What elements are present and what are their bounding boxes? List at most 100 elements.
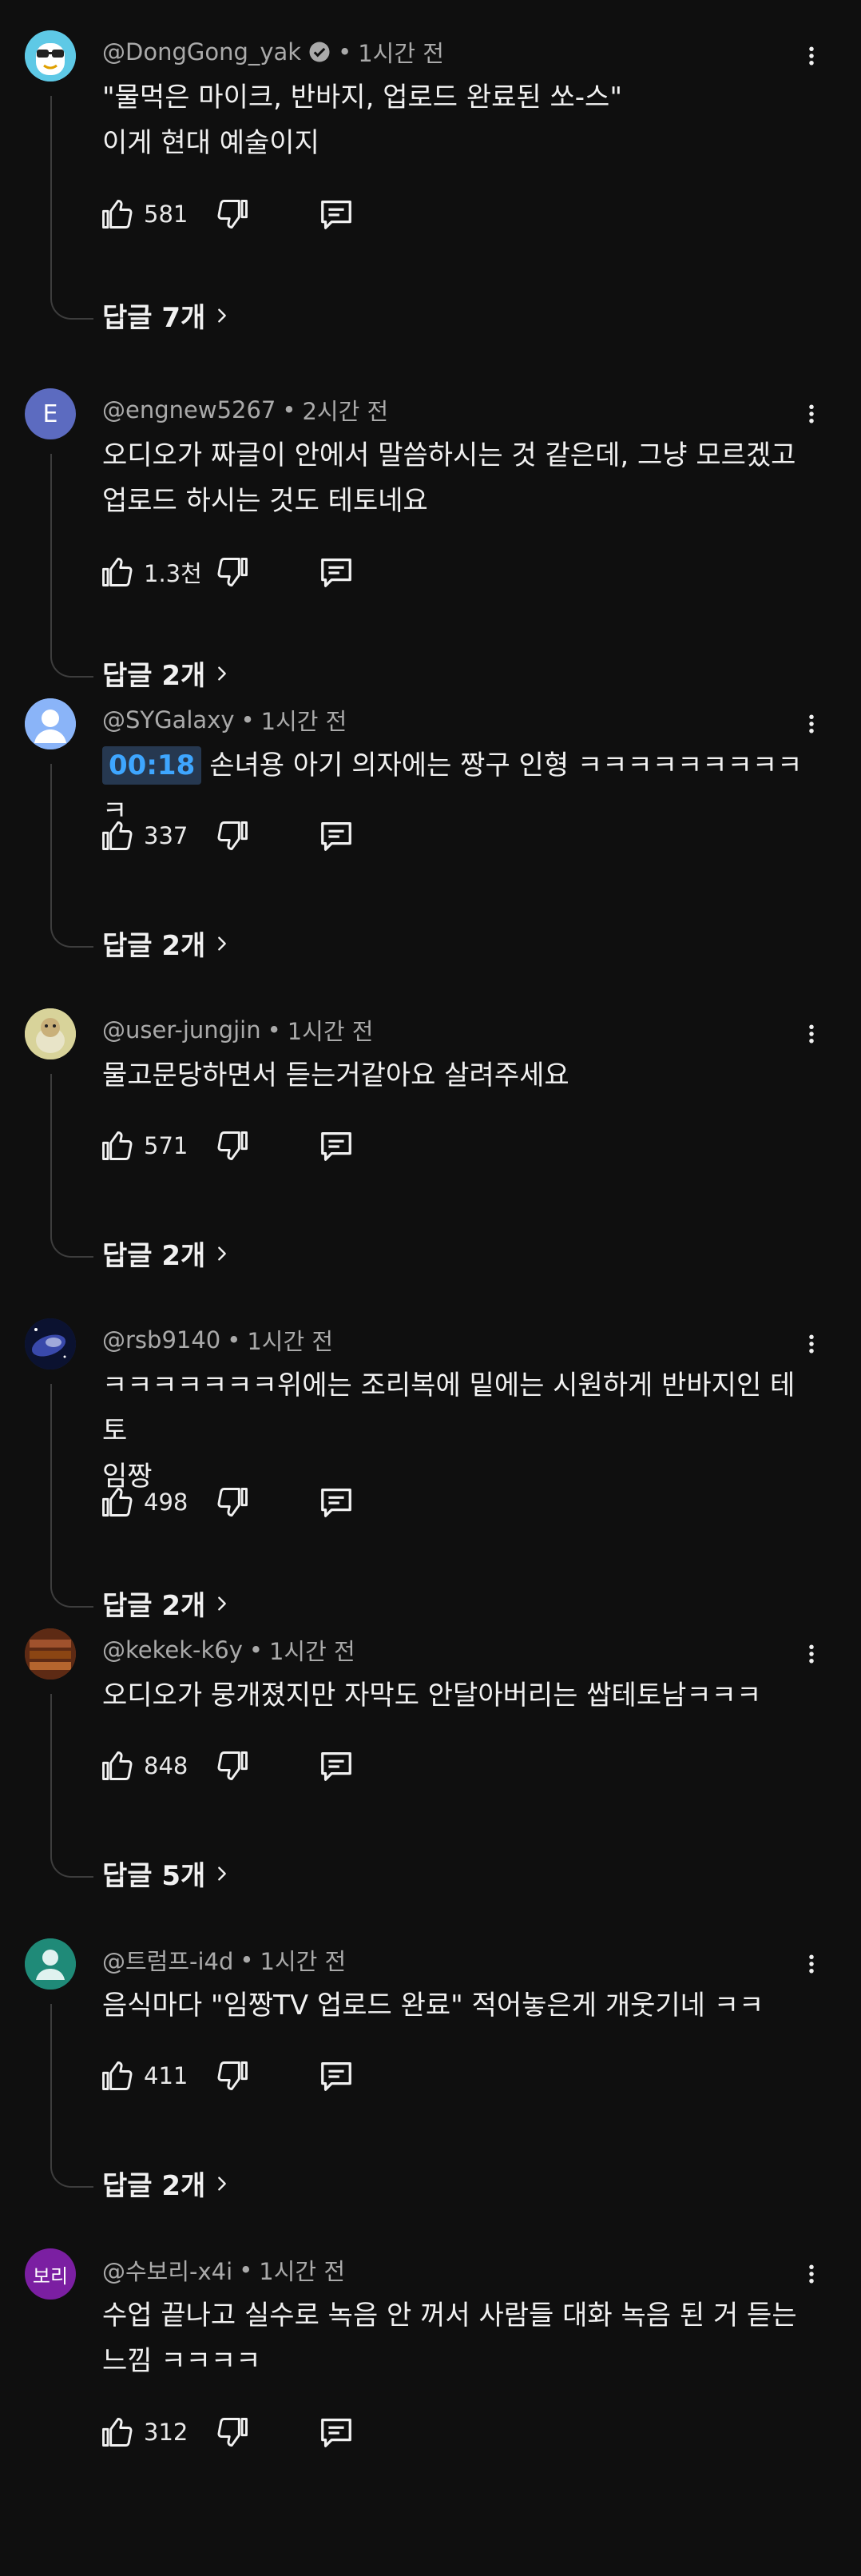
more-options-button[interactable]	[796, 1016, 827, 1051]
more-vert-icon	[800, 1330, 823, 1358]
avatar[interactable]	[25, 30, 76, 81]
like-button[interactable]: 312	[99, 2415, 216, 2450]
comment-text: 오디오가 짜글이 안에서 말씀하시는 것 같은데, 그냥 모르겠고 업로드 하시는…	[102, 433, 805, 524]
comment-item: @트럼프-i4d • 1시간 전음식마다 "임짱TV 업로드 완료" 적어놓은게 개…	[0, 1908, 861, 2266]
avatar[interactable]	[25, 1008, 76, 1059]
thumb-up-icon	[99, 1485, 134, 1520]
author-handle[interactable]: @SYGalaxy	[102, 706, 235, 733]
dislike-button[interactable]	[216, 1748, 318, 1783]
like-count: 312	[144, 2419, 188, 2446]
author-handle[interactable]: @user-jungjin	[102, 1016, 261, 1044]
reply-button[interactable]	[318, 1484, 355, 1521]
reply-button[interactable]	[318, 2414, 355, 2451]
more-options-button[interactable]	[796, 2256, 827, 2292]
view-replies-button[interactable]: 답글 7개	[102, 296, 231, 335]
comment-item: @DongGong_yak • 1시간 전 "물먹은 마이크, 반바지, 업로드 완료…	[0, 0, 861, 358]
comment-text-content: 음식마다 "임짱TV 업로드 완료" 적어놓은게 개웃기네 ㅋㅋ	[102, 1990, 764, 2021]
more-options-button[interactable]	[796, 396, 827, 431]
more-options-button[interactable]	[796, 38, 827, 74]
replies-count-label: 답글 2개	[102, 930, 206, 962]
reply-comment-icon	[318, 1747, 355, 1784]
view-replies-button[interactable]: 답글 5개	[102, 1854, 231, 1893]
comment-header: @kekek-k6y • 1시간 전	[102, 1633, 355, 1667]
chevron-right-icon	[213, 304, 231, 328]
comment-text-content: 이게 현대 예술이지	[102, 127, 319, 159]
avatar[interactable]	[25, 1628, 76, 1680]
comment-item: @kekek-k6y • 1시간 전오디오가 뭉개졌지만 자막도 안달아버리는 쌉테…	[0, 1598, 861, 1956]
author-handle[interactable]: @트럼프-i4d	[102, 1943, 233, 1977]
reply-button[interactable]	[318, 1747, 355, 1784]
separator-dot: •	[240, 706, 255, 733]
thumb-down-icon	[216, 2058, 251, 2093]
comment-actions: 848	[99, 1743, 355, 1788]
view-replies-button[interactable]: 답글 2개	[102, 1234, 231, 1273]
thumb-up-icon	[99, 2415, 134, 2450]
comment-text-content: 오디오가 짜글이 안에서 말씀하시는 것 같은데, 그냥 모르겠고	[102, 439, 796, 471]
comment-text-content: ㅋㅋㅋㅋㅋㅋㅋ위에는 조리복에 밑에는 시원하게 반바지인 테토	[102, 1369, 796, 1447]
comment-time: 1시간 전	[260, 708, 347, 735]
separator-dot: •	[240, 1946, 254, 1974]
view-replies-button[interactable]: 답글 2개	[102, 2164, 231, 2203]
comment-text: 오디오가 뭉개졌지만 자막도 안달아버리는 쌉테토남ㅋㅋㅋ	[102, 1673, 805, 1719]
comment-text-line: 이게 현대 예술이지	[102, 121, 805, 166]
reply-button[interactable]	[318, 2057, 355, 2094]
reply-button[interactable]	[318, 817, 355, 854]
avatar[interactable]: E	[25, 388, 76, 439]
author-handle[interactable]: @rsb9140	[102, 1326, 220, 1354]
avatar[interactable]	[25, 698, 76, 749]
like-button[interactable]: 498	[99, 1485, 216, 1520]
comment-header: @트럼프-i4d • 1시간 전	[102, 1943, 346, 1977]
like-button[interactable]: 581	[99, 197, 216, 232]
dislike-button[interactable]	[216, 1128, 318, 1163]
more-options-button[interactable]	[796, 1326, 827, 1362]
more-options-button[interactable]	[796, 706, 827, 741]
like-button[interactable]: 1.3천	[99, 555, 216, 590]
thumb-up-icon	[99, 1128, 134, 1163]
reply-comment-icon	[318, 817, 355, 854]
reply-button[interactable]	[318, 554, 355, 590]
more-vert-icon	[800, 710, 823, 738]
author-handle[interactable]: @engnew5267	[102, 396, 276, 423]
like-count: 581	[144, 201, 188, 228]
like-button[interactable]: 411	[99, 2058, 216, 2093]
dislike-button[interactable]	[216, 555, 318, 590]
separator-dot: •	[338, 38, 352, 66]
author-handle[interactable]: @DongGong_yak	[102, 38, 301, 66]
like-count: 1.3천	[144, 560, 202, 587]
reply-button[interactable]	[318, 1127, 355, 1164]
like-button[interactable]: 848	[99, 1748, 216, 1783]
replies-count-label: 답글 2개	[102, 2170, 206, 2202]
comment-text: 수업 끝나고 실수로 녹음 안 꺼서 사람들 대화 녹음 된 거 듣는 느낌 ㅋㅋ…	[102, 2293, 805, 2384]
dislike-button[interactable]	[216, 2058, 318, 2093]
view-replies-button[interactable]: 답글 2개	[102, 924, 231, 963]
more-vert-icon	[800, 42, 823, 70]
replies-count-label: 답글 7개	[102, 302, 206, 334]
thumb-up-icon	[99, 1748, 134, 1783]
dislike-button[interactable]	[216, 818, 318, 853]
comment-text-line: 수업 끝나고 실수로 녹음 안 꺼서 사람들 대화 녹음 된 거 듣는	[102, 2293, 805, 2339]
reply-button[interactable]	[318, 196, 355, 233]
thumb-up-icon	[99, 818, 134, 853]
thread-connector	[50, 96, 93, 320]
comment-header: @engnew5267 • 2시간 전	[102, 393, 388, 427]
timestamp-link[interactable]: 00:18	[102, 746, 202, 785]
avatar[interactable]	[25, 1318, 76, 1369]
like-button[interactable]: 337	[99, 818, 216, 853]
author-handle[interactable]: @수보리-x4i	[102, 2253, 232, 2287]
comment-actions: 411	[99, 2053, 355, 2098]
dislike-button[interactable]	[216, 197, 318, 232]
more-options-button[interactable]	[796, 1946, 827, 1982]
comment-text-content: 오디오가 뭉개졌지만 자막도 안달아버리는 쌉테토남ㅋㅋㅋ	[102, 1680, 762, 1711]
more-options-button[interactable]	[796, 1636, 827, 1672]
like-button[interactable]: 571	[99, 1128, 216, 1163]
more-vert-icon	[800, 400, 823, 428]
avatar[interactable]: 보리	[25, 2248, 76, 2300]
author-handle[interactable]: @kekek-k6y	[102, 1636, 243, 1664]
dislike-button[interactable]	[216, 1485, 318, 1520]
more-vert-icon	[800, 1020, 823, 1048]
comment-text: 물고문당하면서 듣는거같아요 살려주세요	[102, 1053, 805, 1099]
comment-actions: 498	[99, 1480, 355, 1525]
dislike-button[interactable]	[216, 2415, 318, 2450]
comment-time: 1시간 전	[287, 1018, 374, 1045]
avatar[interactable]	[25, 1938, 76, 1990]
